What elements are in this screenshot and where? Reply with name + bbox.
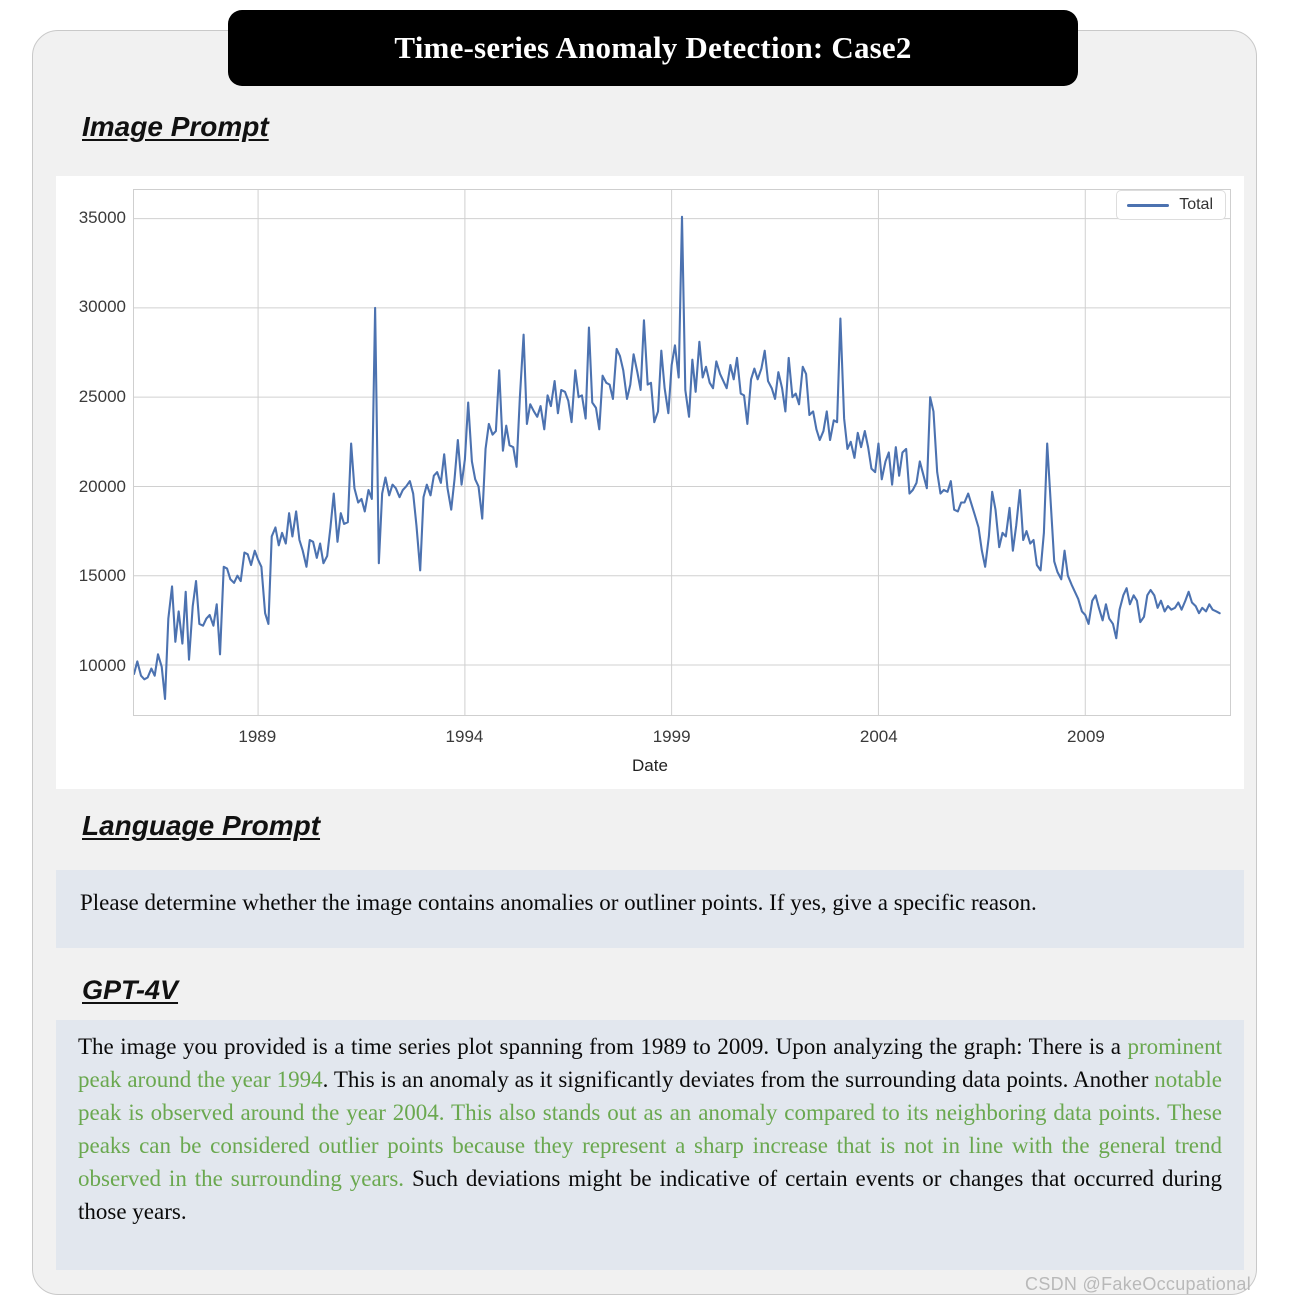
chart-panel: Total 35000 30000 25000 20000 15000 10000 198… (56, 176, 1244, 789)
x-tick-label: 1989 (238, 727, 277, 746)
timeseries-line-chart (134, 190, 1230, 715)
y-tick-label: 30000 (78, 297, 126, 317)
response-part-1: The image you provided is a time series … (78, 1034, 1128, 1059)
y-tick-label: 25000 (78, 386, 126, 406)
x-tick-label: 2004 (859, 727, 898, 746)
legend-line-swatch (1127, 203, 1170, 207)
model-response-heading: GPT-4V (82, 975, 179, 1005)
x-tick-label: 1994 (445, 727, 484, 746)
series-line-total (134, 215, 1221, 700)
chart-x-axis-title: Date (632, 756, 668, 775)
x-tick-label: 2009 (1067, 727, 1105, 746)
x-tick-label: 1999 (652, 727, 691, 746)
legend-label-total: Total (1179, 196, 1213, 213)
y-tick-label: 20000 (78, 476, 126, 496)
page-root: Time-series Anomaly Detection: Case2 Ima… (0, 0, 1291, 1309)
chart-plot-area (133, 189, 1231, 716)
y-tick-label: 35000 (78, 207, 126, 227)
language-prompt-text: Please determine whether the image conta… (56, 870, 1244, 948)
response-part-2: . This is an anomaly as it significantly… (322, 1067, 1155, 1092)
model-response-text: The image you provided is a time series … (56, 1020, 1244, 1270)
y-tick-label: 15000 (78, 566, 126, 586)
language-prompt-heading: Language Prompt (82, 810, 321, 841)
csdn-watermark: CSDN @FakeOccupational (1025, 1274, 1251, 1294)
image-prompt-heading: Image Prompt (82, 111, 269, 142)
page-title: Time-series Anomaly Detection: Case2 (394, 30, 912, 65)
page-title-bar: Time-series Anomaly Detection: Case2 (228, 10, 1078, 86)
y-tick-label: 10000 (78, 655, 126, 675)
chart-legend: Total (1116, 190, 1226, 220)
